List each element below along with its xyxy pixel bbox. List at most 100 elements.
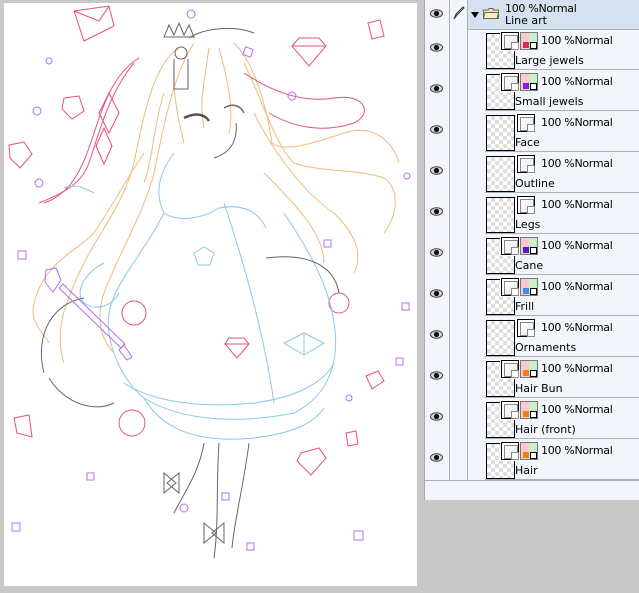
layer-color-swatch <box>523 42 529 48</box>
layer-opacity-mode: 100 %Normal <box>541 403 613 416</box>
eye-icon[interactable] <box>430 453 443 462</box>
pen-icon[interactable] <box>453 6 465 20</box>
eye-icon[interactable] <box>430 166 443 175</box>
layer-name[interactable]: Frill <box>515 301 534 312</box>
layer-property-icon[interactable] <box>516 318 536 338</box>
cube-icon <box>511 411 519 419</box>
eye-icon[interactable] <box>430 84 443 93</box>
layer-row[interactable]: 100 %Normal Hair (front) <box>425 398 639 439</box>
hair-lines <box>32 42 400 364</box>
layer-thumbnail <box>486 197 515 233</box>
layer-color-icon[interactable] <box>520 442 538 460</box>
layer-property-icon[interactable] <box>500 277 520 297</box>
eye-icon[interactable] <box>430 125 443 134</box>
layer-color-sub-swatch <box>530 42 537 49</box>
eye-icon[interactable] <box>430 43 443 52</box>
layer-name[interactable]: Face <box>515 137 540 148</box>
layer-row[interactable]: 100 %Normal Outline <box>425 152 639 193</box>
layer-name[interactable]: Large jewels <box>515 55 584 66</box>
cube-icon <box>511 452 519 460</box>
layer-color-icon[interactable] <box>520 73 538 91</box>
layer-color-sub-swatch <box>530 452 537 459</box>
layer-row[interactable]: 100 %Normal Ornaments <box>425 316 639 357</box>
layer-opacity-mode: 100 %Normal <box>541 75 613 88</box>
layer-row[interactable]: 100 %Normal Small jewels <box>425 70 639 111</box>
layer-property-icon[interactable] <box>516 195 536 215</box>
layer-row[interactable]: 100 %Normal Cane <box>425 234 639 275</box>
small-jewel-marks <box>11 9 411 551</box>
layer-thumbnail <box>486 156 515 192</box>
layer-name[interactable]: Ornaments <box>515 342 576 353</box>
layer-opacity-mode: 100 %Normal <box>541 34 613 47</box>
eye-icon[interactable] <box>430 371 443 380</box>
layer-color-swatch <box>523 452 529 458</box>
eye-icon[interactable] <box>430 412 443 421</box>
layers-panel-footer <box>425 480 639 501</box>
eye-icon[interactable] <box>430 289 443 298</box>
layer-property-icon[interactable] <box>516 113 536 133</box>
layer-color-icon[interactable] <box>520 237 538 255</box>
cube-icon <box>527 124 535 132</box>
layer-opacity-mode: 100 %Normal <box>541 239 613 252</box>
layer-thumbnail <box>486 320 515 356</box>
layer-opacity-mode: 100 %Normal <box>541 198 613 211</box>
layer-property-icon[interactable] <box>500 359 520 379</box>
layer-name[interactable]: Legs <box>515 219 540 230</box>
layer-opacity-mode: 100 %Normal <box>541 280 613 293</box>
layer-color-swatch <box>523 83 529 89</box>
layer-name[interactable]: Hair <box>515 465 538 476</box>
layer-color-icon[interactable] <box>520 32 538 50</box>
cube-icon <box>511 83 519 91</box>
layer-color-sub-swatch <box>530 83 537 90</box>
outline-lines <box>40 21 340 559</box>
layer-name[interactable]: Hair Bun <box>515 383 563 394</box>
canvas-area[interactable] <box>0 0 424 593</box>
layer-name[interactable]: Small jewels <box>515 96 583 107</box>
layer-opacity-mode: 100 %Normal <box>541 157 613 170</box>
layer-row[interactable]: 100 %Normal Large jewels <box>425 29 639 70</box>
layer-name[interactable]: Cane <box>515 260 543 271</box>
cane-lines <box>44 267 133 361</box>
layer-property-icon[interactable] <box>500 72 520 92</box>
eye-icon[interactable] <box>430 9 443 18</box>
layer-color-icon[interactable] <box>520 360 538 378</box>
layer-row[interactable]: 100 %Normal Face <box>425 111 639 152</box>
layer-color-icon[interactable] <box>520 278 538 296</box>
layer-name[interactable]: Outline <box>515 178 555 189</box>
layer-folder-line-art[interactable]: 100 %Normal Line art <box>425 0 639 30</box>
layer-color-sub-swatch <box>530 370 537 377</box>
cube-icon <box>527 206 535 214</box>
layer-property-icon[interactable] <box>500 236 520 256</box>
layer-color-icon[interactable] <box>520 401 538 419</box>
layer-row[interactable]: 100 %Normal Hair Bun <box>425 357 639 398</box>
layer-color-swatch <box>523 411 529 417</box>
drawing-canvas[interactable] <box>4 3 417 586</box>
eye-icon[interactable] <box>430 248 443 257</box>
layer-property-icon[interactable] <box>500 400 520 420</box>
cube-icon <box>511 42 519 50</box>
layer-color-swatch <box>523 288 529 294</box>
eye-icon[interactable] <box>430 330 443 339</box>
layers-panel: 100 %Normal Line art 100 %Normal Large je… <box>424 0 639 501</box>
folder-name[interactable]: Line art <box>505 15 547 26</box>
layer-color-sub-swatch <box>530 247 537 254</box>
layer-opacity-mode: 100 %Normal <box>541 362 613 375</box>
layer-color-sub-swatch <box>530 288 537 295</box>
layer-name[interactable]: Hair (front) <box>515 424 576 435</box>
layer-thumbnail <box>486 115 515 151</box>
layer-opacity-mode: 100 %Normal <box>541 321 613 334</box>
frill-lines <box>63 152 337 440</box>
expand-triangle-icon[interactable] <box>471 12 479 18</box>
layer-property-icon[interactable] <box>500 441 520 461</box>
layer-row[interactable]: 100 %Normal Legs <box>425 193 639 234</box>
cube-icon <box>527 329 535 337</box>
layer-color-swatch <box>523 247 529 253</box>
layer-property-icon[interactable] <box>516 154 536 174</box>
layer-color-swatch <box>523 370 529 376</box>
layer-row[interactable]: 100 %Normal Frill <box>425 275 639 316</box>
folder-opacity-mode: 100 %Normal <box>505 2 577 15</box>
layer-property-icon[interactable] <box>500 31 520 51</box>
layer-row[interactable]: 100 %Normal Hair <box>425 439 639 480</box>
cube-icon <box>511 370 519 378</box>
eye-icon[interactable] <box>430 207 443 216</box>
